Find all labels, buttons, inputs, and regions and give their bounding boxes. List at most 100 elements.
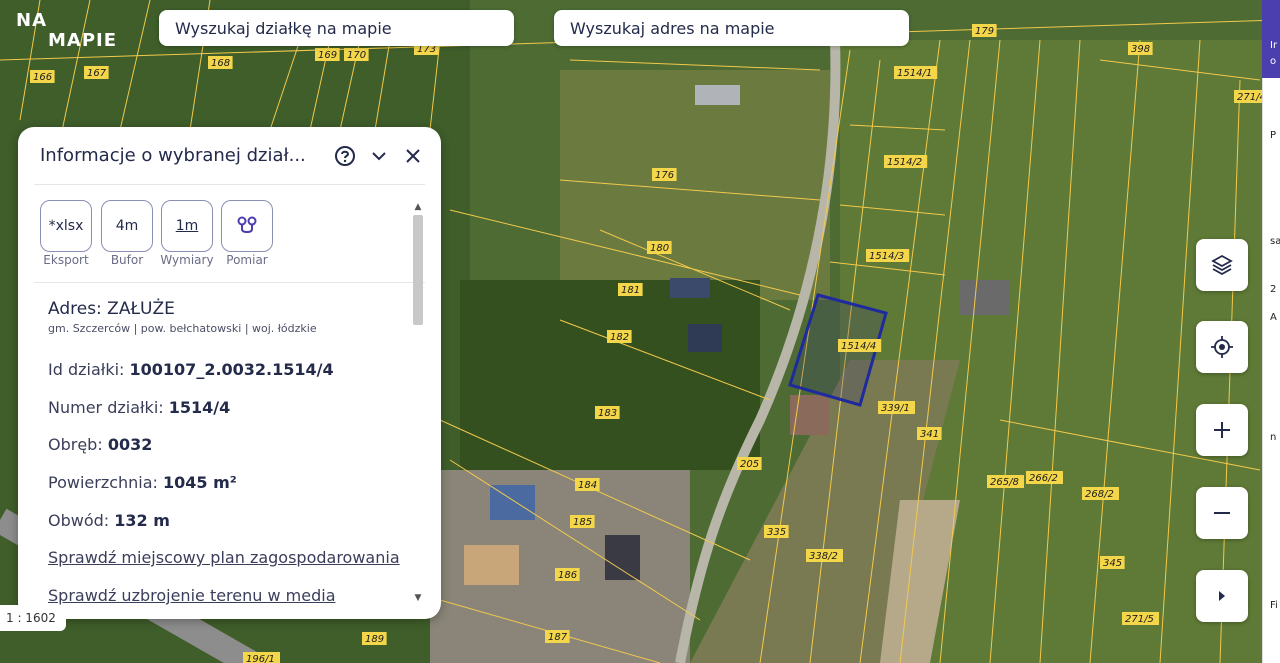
svg-text:170: 170	[347, 50, 366, 61]
expand-panel-button[interactable]	[1196, 570, 1248, 622]
svg-text:265/8: 265/8	[990, 477, 1019, 488]
svg-text:179: 179	[975, 26, 994, 37]
svg-text:205: 205	[740, 459, 759, 470]
address-subtitle: gm. Szczerców | pow. bełchatowski | woj.…	[48, 322, 317, 335]
parcel-label: 176	[652, 168, 677, 181]
zoning-plan-link[interactable]: Sprawdź miejscowy plan zagospodarowania	[48, 548, 400, 567]
close-icon[interactable]	[402, 145, 424, 167]
export-label: Eksport	[43, 253, 89, 267]
parcel-label: 179	[972, 24, 997, 37]
measure-button[interactable]	[221, 200, 273, 252]
xlsx-icon: *xlsx	[48, 218, 84, 234]
scroll-down-icon[interactable]: ▼	[413, 593, 423, 603]
zoom-in-icon	[1214, 422, 1230, 438]
layers-button[interactable]	[1196, 239, 1248, 291]
buffer-button[interactable]: 4m	[101, 200, 153, 252]
parcel-id-value: 100107_2.0032.1514/4	[129, 360, 334, 379]
side-text-8: Fi	[1270, 600, 1278, 611]
address-search-input[interactable]: Wyszukaj adres na mapie	[554, 10, 909, 46]
measure-icon	[237, 216, 257, 234]
scroll-up-icon[interactable]: ▲	[413, 202, 423, 212]
logo-text-top: NA	[16, 10, 47, 31]
parcel-label: 183	[595, 406, 620, 419]
buffer-icon: 4m	[115, 218, 139, 234]
logo-text-bottom: MAPIE	[48, 30, 118, 51]
side-text-2: o	[1270, 56, 1277, 67]
parcel-label: 168	[208, 56, 233, 69]
svg-text:181: 181	[621, 285, 640, 296]
perimeter-row: Obwód: 132 m	[48, 511, 170, 530]
logo[interactable]: NA MAPIE	[14, 8, 124, 54]
zoom-in-button[interactable]	[1196, 404, 1248, 456]
dimensions-button[interactable]: 1m	[161, 200, 213, 252]
area-value: 1045 m²	[163, 473, 237, 492]
parcel-id-row: Id działki: 100107_2.0032.1514/4	[48, 360, 334, 379]
expand-icon	[1219, 591, 1225, 601]
svg-text:185: 185	[573, 517, 592, 528]
side-text-6: A	[1270, 312, 1277, 323]
locate-button[interactable]	[1196, 321, 1248, 373]
parcel-label: 335	[764, 525, 789, 538]
side-text-1: Ir	[1270, 40, 1278, 51]
parcel-label: 170	[344, 48, 369, 61]
parcel-label: 182	[607, 330, 632, 343]
parcel-label: 167	[84, 66, 109, 79]
parcel-label: 1514/3	[866, 249, 910, 262]
dimensions-icon: 1m	[175, 218, 199, 234]
parcel-label: 1514/2	[884, 155, 928, 168]
parcel-label: 181	[618, 283, 643, 296]
utilities-link[interactable]: Sprawdź uzbrojenie terenu w media	[48, 586, 336, 605]
svg-text:345: 345	[1103, 558, 1122, 569]
side-text-4: sa	[1270, 236, 1280, 247]
area-row: Powierzchnia: 1045 m²	[48, 473, 237, 492]
export-xlsx-button[interactable]: *xlsx	[40, 200, 92, 252]
svg-text:196/1: 196/1	[246, 654, 275, 663]
dimensions-label: Wymiary	[160, 253, 214, 267]
measure-label: Pomiar	[226, 253, 268, 267]
svg-text:187: 187	[548, 632, 568, 643]
svg-text:271/5: 271/5	[1125, 614, 1154, 625]
parcel-label: 398	[1128, 42, 1153, 55]
parcel-label: 166	[30, 70, 55, 83]
collapse-chevron-icon[interactable]	[368, 145, 390, 167]
parcel-label: 271/5	[1122, 612, 1159, 625]
svg-text:338/2: 338/2	[809, 551, 838, 562]
parcel-label: 169	[315, 48, 340, 61]
help-icon[interactable]	[334, 145, 356, 167]
perimeter-label: Obwód:	[48, 511, 110, 530]
layers-icon	[1211, 254, 1233, 276]
parcel-label: 1514/1	[894, 66, 938, 79]
side-text-5: 2	[1270, 284, 1277, 295]
parcel-label: 186	[555, 568, 580, 581]
parcel-number-label: Numer działki:	[48, 398, 164, 417]
svg-text:1514/3: 1514/3	[869, 251, 904, 262]
scrollbar-thumb[interactable]	[413, 215, 423, 325]
svg-text:341: 341	[920, 429, 939, 440]
tools-divider	[34, 282, 425, 283]
svg-text:183: 183	[598, 408, 617, 419]
parcel-label: 196/1	[243, 652, 280, 663]
parcel-label: 345	[1100, 556, 1125, 569]
svg-text:398: 398	[1131, 44, 1150, 55]
svg-text:1514/2: 1514/2	[887, 157, 922, 168]
precinct-label: Obręb:	[48, 435, 103, 454]
parcel-label: 339/1	[878, 401, 915, 414]
side-text-3: P	[1270, 130, 1277, 141]
parcel-label: 1514/4	[838, 339, 882, 352]
svg-text:182: 182	[610, 332, 629, 343]
map-scale: 1 : 1602	[0, 605, 66, 631]
svg-text:189: 189	[365, 634, 384, 645]
parcel-label: 205	[737, 457, 762, 470]
svg-text:167: 167	[87, 68, 107, 79]
svg-text:266/2: 266/2	[1029, 473, 1058, 484]
svg-text:180: 180	[650, 243, 669, 254]
parcel-search-input[interactable]: Wyszukaj działkę na mapie	[159, 10, 514, 46]
svg-text:268/2: 268/2	[1085, 489, 1114, 500]
svg-text:176: 176	[655, 170, 674, 181]
zoom-out-button[interactable]	[1196, 487, 1248, 539]
parcel-label: 189	[362, 632, 387, 645]
precinct-value: 0032	[107, 435, 153, 454]
zoom-out-icon	[1214, 512, 1230, 514]
parcel-label: 266/2	[1026, 471, 1063, 484]
panel-title: Informacje o wybranej dział...	[40, 145, 306, 166]
